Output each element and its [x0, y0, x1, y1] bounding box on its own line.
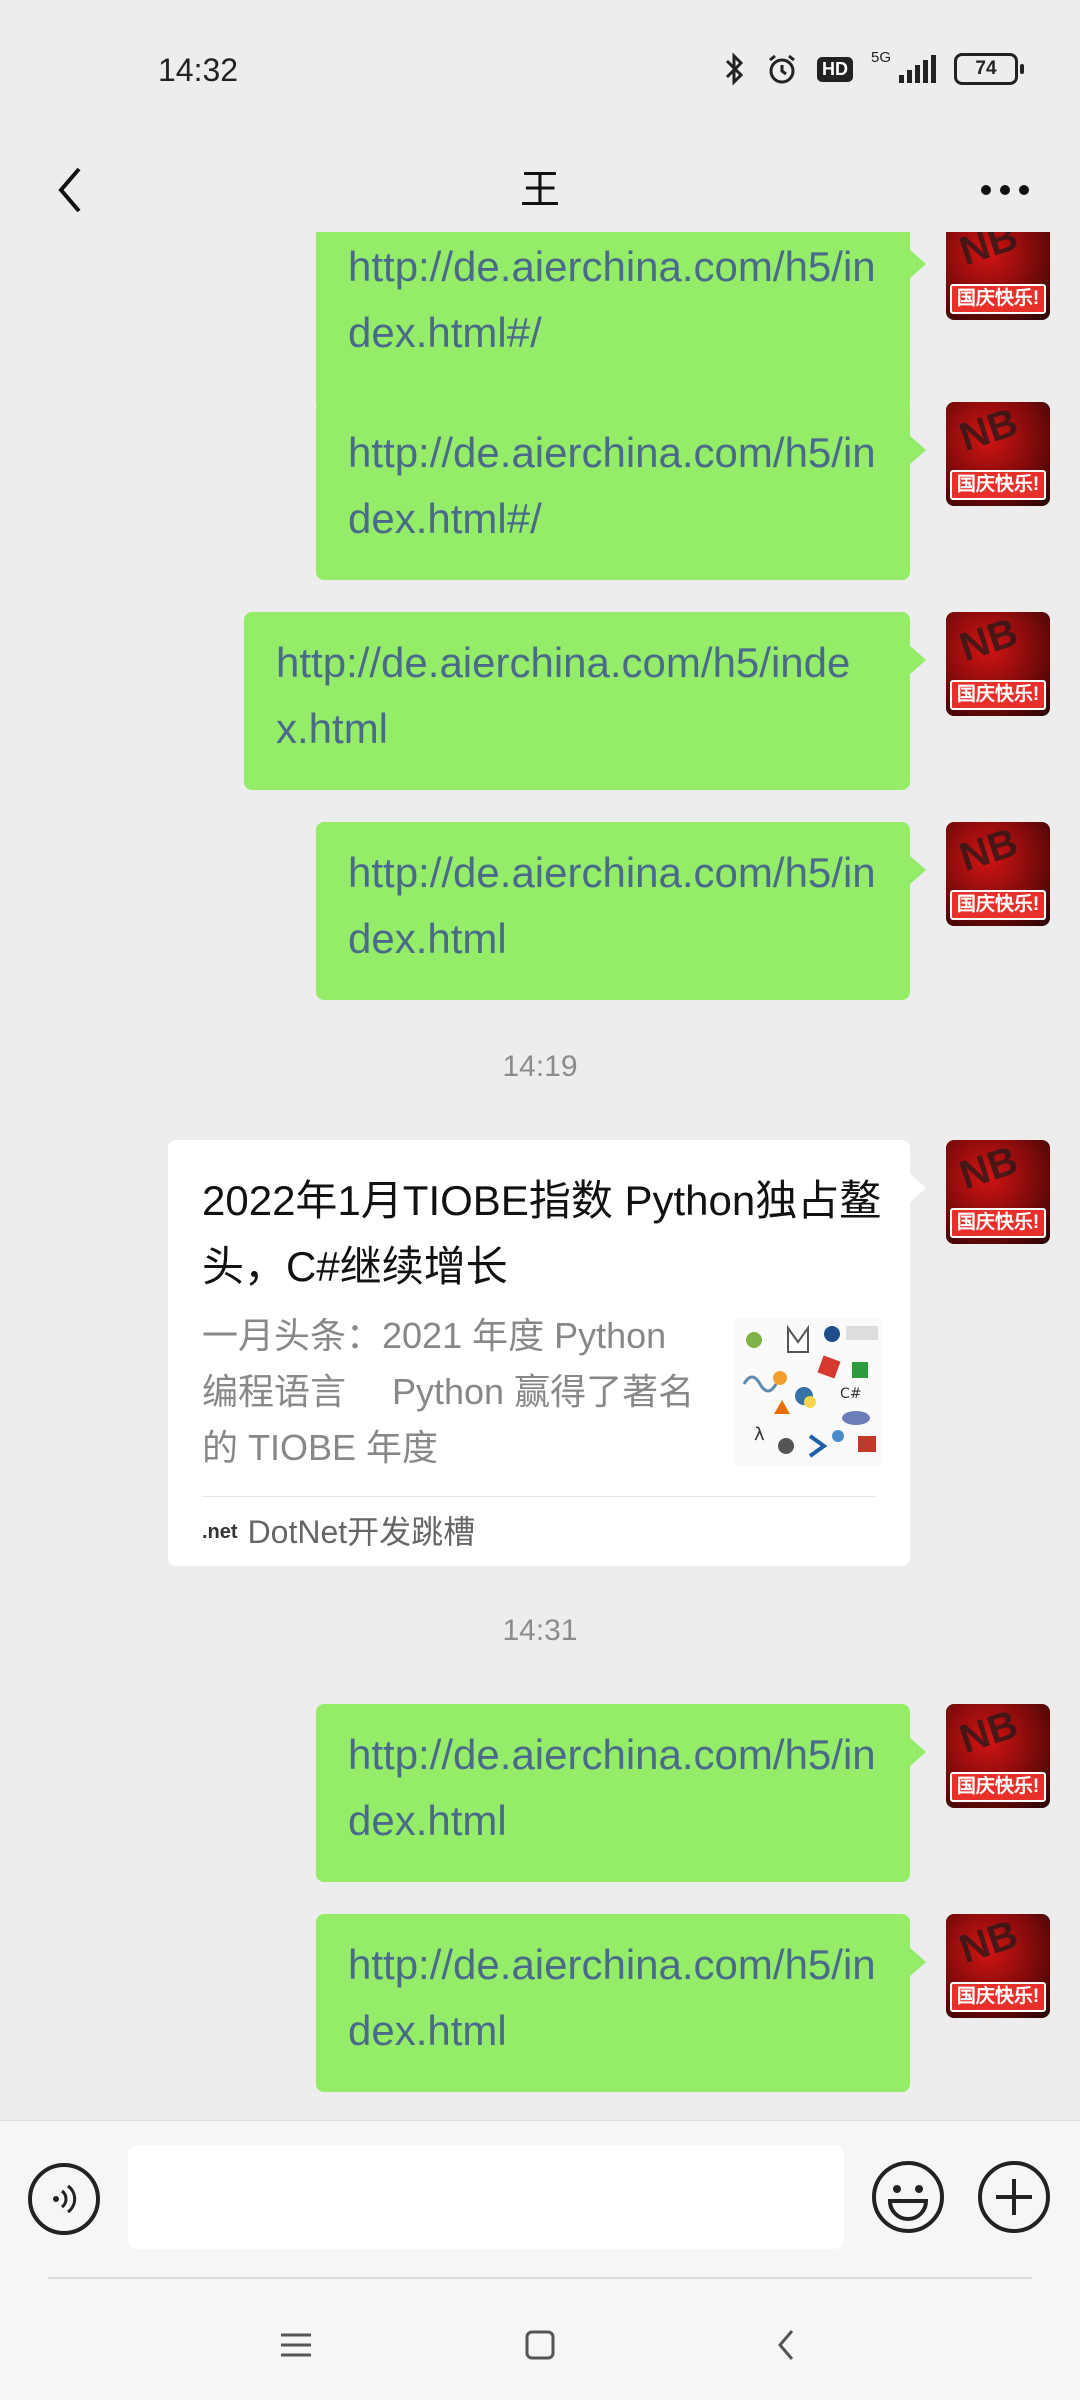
avatar[interactable]: NB 国庆快乐! [946, 232, 1050, 320]
signal-icon [899, 55, 936, 83]
battery-icon: 74 [954, 53, 1024, 85]
plus-button[interactable] [976, 2159, 1052, 2235]
emoji-button[interactable] [870, 2159, 946, 2235]
status-time: 14:32 [158, 52, 239, 88]
avatar[interactable]: NB 国庆快乐! [946, 1140, 1050, 1244]
avatar-letters: NB [954, 402, 1024, 460]
avatar-badge: 国庆快乐! [950, 680, 1046, 710]
chat-area[interactable]: http://de.aierchina.com/h5/index.html#/ … [0, 232, 1080, 2120]
dotnet-logo-icon: .net [202, 1521, 238, 1543]
system-nav-bar [0, 2290, 1080, 2400]
message-bubble[interactable]: http://de.aierchina.com/h5/index.html [316, 1914, 926, 2092]
timestamp: 14:19 [502, 1050, 578, 1083]
divider [48, 2277, 1032, 2279]
status-icons: HD 5G 74 [723, 48, 1024, 86]
avatar-badge: 国庆快乐! [950, 890, 1046, 920]
nav-home-button[interactable] [500, 2310, 580, 2380]
svg-text:λ: λ [754, 1424, 765, 1445]
voice-button[interactable] [28, 2163, 100, 2235]
input-bar [0, 2120, 1080, 2291]
message-bubble[interactable]: http://de.aierchina.com/h5/index.html#/ [316, 402, 926, 580]
message-bubble[interactable]: http://de.aierchina.com/h5/index.html [244, 612, 926, 790]
avatar-letters: NB [954, 1914, 1024, 1972]
nav-back-button[interactable] [746, 2310, 826, 2380]
chevron-left-icon [778, 2330, 794, 2360]
link-card[interactable]: 2022年1月TIOBE指数 Python独占鳌头，C#继续增长 一月头条：20… [168, 1140, 926, 1566]
avatar-letters: NB [954, 822, 1024, 880]
avatar-badge: 国庆快乐! [950, 470, 1046, 500]
avatar[interactable]: NB 国庆快乐! [946, 1704, 1050, 1808]
avatar-badge: 国庆快乐! [950, 1208, 1046, 1238]
avatar-letters: NB [954, 232, 1024, 274]
avatar[interactable]: NB 国庆快乐! [946, 402, 1050, 506]
avatar-letters: NB [954, 612, 1024, 670]
card-description: 一月头条：2021 年度 Python 编程语言 Python 赢得了著名的 T… [202, 1315, 695, 1468]
message-input[interactable] [128, 2145, 844, 2249]
avatar-letters: NB [954, 1140, 1024, 1198]
status-bar: 14:32 HD 5G 74 [0, 0, 1080, 140]
card-thumbnail: C# λ [734, 1318, 882, 1466]
hd-icon: HD [816, 56, 853, 82]
message-bubble[interactable]: http://de.aierchina.com/h5/index.html#/ [316, 232, 926, 412]
nav-menu-button[interactable] [256, 2310, 336, 2380]
avatar-badge: 国庆快乐! [950, 1982, 1046, 2012]
avatar[interactable]: NB 国庆快乐! [946, 612, 1050, 716]
avatar[interactable]: NB 国庆快乐! [946, 822, 1050, 926]
emoji-icon [872, 2161, 944, 2233]
back-button[interactable] [30, 140, 110, 240]
menu-icon [281, 2333, 311, 2357]
timestamp: 14:31 [502, 1614, 578, 1647]
card-title: 2022年1月TIOBE指数 Python独占鳌头，C#继续增长 [202, 1177, 882, 1290]
alarm-icon [769, 54, 795, 84]
voice-icon [53, 2184, 77, 2214]
card-source: .net DotNet开发跳槽 [202, 1504, 475, 1560]
home-square-icon [525, 2330, 555, 2360]
avatar-badge: 国庆快乐! [950, 1772, 1046, 1802]
message-bubble[interactable]: http://de.aierchina.com/h5/index.html [316, 822, 926, 1000]
svg-text:C#: C# [840, 1386, 862, 1402]
avatar[interactable]: NB 国庆快乐! [946, 1914, 1050, 2018]
bluetooth-icon [725, 52, 744, 86]
avatar-badge: 国庆快乐! [950, 284, 1046, 314]
avatar-letters: NB [954, 1704, 1024, 1762]
card-divider [202, 1496, 876, 1497]
chat-title: 王 [520, 168, 560, 212]
network-type: 5G [870, 48, 891, 66]
more-button[interactable] [960, 140, 1050, 240]
message-bubble[interactable]: http://de.aierchina.com/h5/index.html [316, 1704, 926, 1882]
chevron-left-icon [58, 167, 81, 213]
more-icon [981, 185, 1029, 195]
chat-header: 王 [0, 140, 1080, 240]
plus-icon [978, 2161, 1050, 2233]
card-source-name: DotNet开发跳槽 [247, 1514, 476, 1550]
